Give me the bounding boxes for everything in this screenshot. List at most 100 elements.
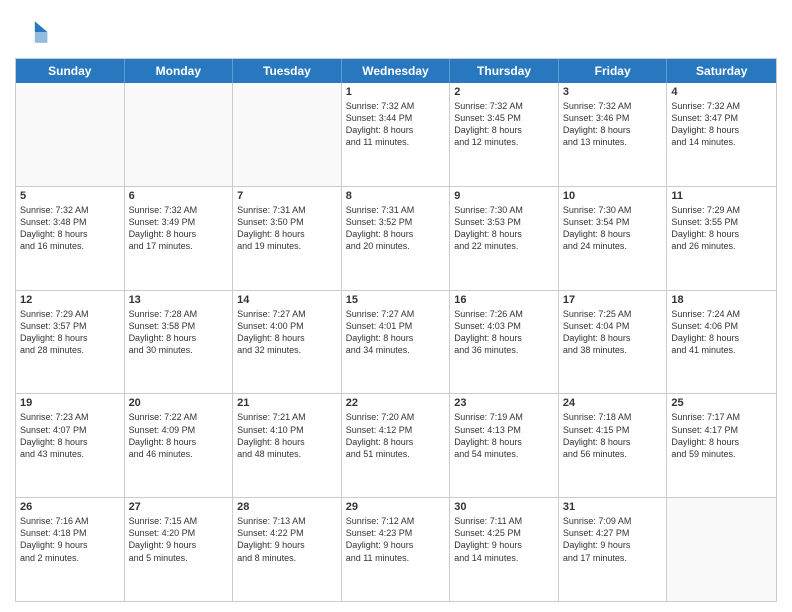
day-number: 25 bbox=[671, 397, 772, 409]
logo bbox=[15, 14, 53, 50]
day-info: Sunrise: 7:31 AM Sunset: 3:50 PM Dayligh… bbox=[237, 204, 337, 253]
day-info: Sunrise: 7:27 AM Sunset: 4:01 PM Dayligh… bbox=[346, 308, 446, 357]
day-cell-21: 21Sunrise: 7:21 AM Sunset: 4:10 PM Dayli… bbox=[233, 394, 342, 497]
day-cell-8: 8 Sunrise: 7:31 AM Sunset: 3:52 PM Daylig… bbox=[342, 187, 451, 290]
day-number: 20 bbox=[129, 397, 229, 409]
day-number: 8 bbox=[346, 190, 446, 202]
page-container: SundayMondayTuesdayWednesdayThursdayFrid… bbox=[0, 0, 792, 612]
day-number: 21 bbox=[237, 397, 337, 409]
header-day-friday: Friday bbox=[559, 59, 668, 83]
day-cell-31: 31 Sunrise: 7:09 AM Sunset: 4:27 PM Dayli… bbox=[559, 498, 668, 601]
logo-icon bbox=[15, 14, 51, 50]
calendar-row-0: 1 Sunrise: 7:32 AM Sunset: 3:44 PM Daylig… bbox=[16, 83, 776, 186]
day-info: Sunrise: 7:30 AM Sunset: 3:54 PM Dayligh… bbox=[563, 204, 663, 253]
day-cell-9: 9 Sunrise: 7:30 AM Sunset: 3:53 PM Daylig… bbox=[450, 187, 559, 290]
day-info: Sunrise: 7:16 AM Sunset: 4:18 PM Dayligh… bbox=[20, 515, 120, 564]
day-number: 10 bbox=[563, 190, 663, 202]
day-number: 12 bbox=[20, 294, 120, 306]
header-day-sunday: Sunday bbox=[16, 59, 125, 83]
day-number: 1 bbox=[346, 86, 446, 98]
day-info: Sunrise: 7:26 AM Sunset: 4:03 PM Dayligh… bbox=[454, 308, 554, 357]
day-info: Sunrise: 7:32 AM Sunset: 3:46 PM Dayligh… bbox=[563, 100, 663, 149]
day-cell-16: 16 Sunrise: 7:26 AM Sunset: 4:03 PM Dayli… bbox=[450, 291, 559, 394]
day-number: 5 bbox=[20, 190, 120, 202]
day-cell-11: 11 Sunrise: 7:29 AM Sunset: 3:55 PM Dayli… bbox=[667, 187, 776, 290]
day-number: 7 bbox=[237, 190, 337, 202]
day-cell-29: 29Sunrise: 7:12 AM Sunset: 4:23 PM Dayli… bbox=[342, 498, 451, 601]
day-cell-14: 14Sunrise: 7:27 AM Sunset: 4:00 PM Dayli… bbox=[233, 291, 342, 394]
day-number: 19 bbox=[20, 397, 120, 409]
calendar-row-2: 12 Sunrise: 7:29 AM Sunset: 3:57 PM Dayli… bbox=[16, 290, 776, 394]
day-number: 16 bbox=[454, 294, 554, 306]
day-info: Sunrise: 7:32 AM Sunset: 3:47 PM Dayligh… bbox=[671, 100, 772, 149]
day-number: 17 bbox=[563, 294, 663, 306]
day-cell-17: 17Sunrise: 7:25 AM Sunset: 4:04 PM Dayli… bbox=[559, 291, 668, 394]
day-number: 11 bbox=[671, 190, 772, 202]
day-info: Sunrise: 7:32 AM Sunset: 3:49 PM Dayligh… bbox=[129, 204, 229, 253]
day-cell-27: 27Sunrise: 7:15 AM Sunset: 4:20 PM Dayli… bbox=[125, 498, 234, 601]
day-number: 26 bbox=[20, 501, 120, 513]
header-day-saturday: Saturday bbox=[667, 59, 776, 83]
empty-cell bbox=[233, 83, 342, 186]
day-number: 31 bbox=[563, 501, 663, 513]
day-cell-3: 3 Sunrise: 7:32 AM Sunset: 3:46 PM Daylig… bbox=[559, 83, 668, 186]
day-number: 18 bbox=[671, 294, 772, 306]
day-cell-10: 10 Sunrise: 7:30 AM Sunset: 3:54 PM Dayli… bbox=[559, 187, 668, 290]
header bbox=[15, 10, 777, 50]
day-cell-18: 18 Sunrise: 7:24 AM Sunset: 4:06 PM Dayli… bbox=[667, 291, 776, 394]
day-number: 15 bbox=[346, 294, 446, 306]
day-info: Sunrise: 7:29 AM Sunset: 3:57 PM Dayligh… bbox=[20, 308, 120, 357]
day-info: Sunrise: 7:11 AM Sunset: 4:25 PM Dayligh… bbox=[454, 515, 554, 564]
day-info: Sunrise: 7:32 AM Sunset: 3:45 PM Dayligh… bbox=[454, 100, 554, 149]
header-day-tuesday: Tuesday bbox=[233, 59, 342, 83]
day-info: Sunrise: 7:29 AM Sunset: 3:55 PM Dayligh… bbox=[671, 204, 772, 253]
day-cell-1: 1 Sunrise: 7:32 AM Sunset: 3:44 PM Daylig… bbox=[342, 83, 451, 186]
day-cell-24: 24Sunrise: 7:18 AM Sunset: 4:15 PM Dayli… bbox=[559, 394, 668, 497]
day-number: 14 bbox=[237, 294, 337, 306]
day-cell-15: 15 Sunrise: 7:27 AM Sunset: 4:01 PM Dayli… bbox=[342, 291, 451, 394]
day-number: 24 bbox=[563, 397, 663, 409]
day-cell-28: 28Sunrise: 7:13 AM Sunset: 4:22 PM Dayli… bbox=[233, 498, 342, 601]
day-info: Sunrise: 7:24 AM Sunset: 4:06 PM Dayligh… bbox=[671, 308, 772, 357]
day-cell-25: 25Sunrise: 7:17 AM Sunset: 4:17 PM Dayli… bbox=[667, 394, 776, 497]
day-number: 2 bbox=[454, 86, 554, 98]
header-day-monday: Monday bbox=[125, 59, 234, 83]
day-cell-22: 22 Sunrise: 7:20 AM Sunset: 4:12 PM Dayli… bbox=[342, 394, 451, 497]
day-cell-23: 23 Sunrise: 7:19 AM Sunset: 4:13 PM Dayli… bbox=[450, 394, 559, 497]
day-number: 30 bbox=[454, 501, 554, 513]
day-info: Sunrise: 7:09 AM Sunset: 4:27 PM Dayligh… bbox=[563, 515, 663, 564]
empty-cell bbox=[125, 83, 234, 186]
day-info: Sunrise: 7:19 AM Sunset: 4:13 PM Dayligh… bbox=[454, 411, 554, 460]
day-cell-20: 20 Sunrise: 7:22 AM Sunset: 4:09 PM Dayli… bbox=[125, 394, 234, 497]
day-cell-7: 7 Sunrise: 7:31 AM Sunset: 3:50 PM Daylig… bbox=[233, 187, 342, 290]
calendar-row-3: 19 Sunrise: 7:23 AM Sunset: 4:07 PM Dayli… bbox=[16, 393, 776, 497]
day-info: Sunrise: 7:23 AM Sunset: 4:07 PM Dayligh… bbox=[20, 411, 120, 460]
day-info: Sunrise: 7:15 AM Sunset: 4:20 PM Dayligh… bbox=[129, 515, 229, 564]
day-info: Sunrise: 7:32 AM Sunset: 3:44 PM Dayligh… bbox=[346, 100, 446, 149]
day-info: Sunrise: 7:22 AM Sunset: 4:09 PM Dayligh… bbox=[129, 411, 229, 460]
empty-cell bbox=[16, 83, 125, 186]
day-info: Sunrise: 7:13 AM Sunset: 4:22 PM Dayligh… bbox=[237, 515, 337, 564]
day-cell-5: 5 Sunrise: 7:32 AM Sunset: 3:48 PM Daylig… bbox=[16, 187, 125, 290]
calendar-header: SundayMondayTuesdayWednesdayThursdayFrid… bbox=[16, 59, 776, 83]
day-number: 13 bbox=[129, 294, 229, 306]
day-info: Sunrise: 7:20 AM Sunset: 4:12 PM Dayligh… bbox=[346, 411, 446, 460]
day-cell-4: 4Sunrise: 7:32 AM Sunset: 3:47 PM Daylig… bbox=[667, 83, 776, 186]
day-info: Sunrise: 7:30 AM Sunset: 3:53 PM Dayligh… bbox=[454, 204, 554, 253]
day-info: Sunrise: 7:32 AM Sunset: 3:48 PM Dayligh… bbox=[20, 204, 120, 253]
header-day-wednesday: Wednesday bbox=[342, 59, 451, 83]
day-info: Sunrise: 7:28 AM Sunset: 3:58 PM Dayligh… bbox=[129, 308, 229, 357]
calendar-row-1: 5 Sunrise: 7:32 AM Sunset: 3:48 PM Daylig… bbox=[16, 186, 776, 290]
day-cell-13: 13 Sunrise: 7:28 AM Sunset: 3:58 PM Dayli… bbox=[125, 291, 234, 394]
day-cell-12: 12 Sunrise: 7:29 AM Sunset: 3:57 PM Dayli… bbox=[16, 291, 125, 394]
day-number: 22 bbox=[346, 397, 446, 409]
day-number: 23 bbox=[454, 397, 554, 409]
day-info: Sunrise: 7:31 AM Sunset: 3:52 PM Dayligh… bbox=[346, 204, 446, 253]
day-cell-19: 19 Sunrise: 7:23 AM Sunset: 4:07 PM Dayli… bbox=[16, 394, 125, 497]
calendar: SundayMondayTuesdayWednesdayThursdayFrid… bbox=[15, 58, 777, 602]
day-number: 9 bbox=[454, 190, 554, 202]
empty-cell bbox=[667, 498, 776, 601]
day-number: 3 bbox=[563, 86, 663, 98]
calendar-row-4: 26 Sunrise: 7:16 AM Sunset: 4:18 PM Dayli… bbox=[16, 497, 776, 601]
calendar-body: 1 Sunrise: 7:32 AM Sunset: 3:44 PM Daylig… bbox=[16, 83, 776, 601]
